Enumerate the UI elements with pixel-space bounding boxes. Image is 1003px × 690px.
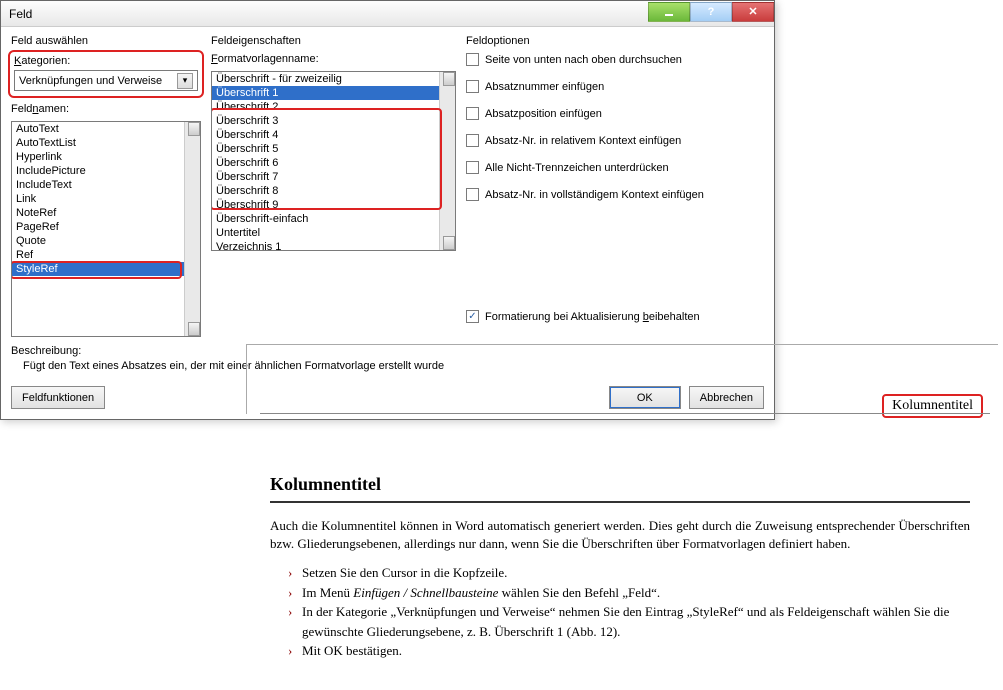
checkbox-icon	[466, 80, 479, 93]
list-item[interactable]: IncludePicture	[12, 164, 200, 178]
feldfunktionen-button[interactable]: Feldfunktionen	[11, 386, 105, 409]
list-item[interactable]: Überschrift 8	[212, 184, 455, 198]
list-item: Mit OK bestätigen.	[288, 641, 970, 661]
list-item: Im Menü Einfügen / Schnellbausteine wähl…	[288, 583, 970, 603]
list-item[interactable]: Untertitel	[212, 226, 455, 240]
feldnamen-listbox[interactable]: AutoTextAutoTextListHyperlinkIncludePict…	[11, 121, 201, 337]
list-item[interactable]: IncludeText	[12, 178, 200, 192]
preserve-format-label: Formatierung bei Aktualisierung beibehal…	[485, 311, 700, 323]
option-checkbox[interactable]: Absatzposition einfügen	[466, 107, 764, 120]
list-item[interactable]: Überschrift 2	[212, 100, 455, 114]
list-item: In der Kategorie „Verknüpfungen und Verw…	[288, 602, 970, 641]
doc-list: Setzen Sie den Cursor in die Kopfzeile.I…	[270, 563, 970, 661]
section-options-label: Feldoptionen	[466, 35, 764, 47]
list-item[interactable]: Überschrift 5	[212, 142, 455, 156]
list-item[interactable]: StyleRef	[12, 262, 200, 276]
list-item[interactable]: Hyperlink	[12, 150, 200, 164]
option-label: Absatzposition einfügen	[485, 108, 602, 120]
kolumnentitel-header: Kolumnentitel	[882, 394, 983, 418]
doc-heading: Kolumnentitel	[270, 474, 970, 495]
formatvorlagen-label: Formatvorlagenname:	[211, 53, 456, 65]
document-body: Kolumnentitel Auch die Kolumnentitel kön…	[270, 474, 970, 661]
kategorien-dropdown[interactable]: Verknüpfungen und Verweise ▾	[14, 70, 198, 91]
option-checkbox[interactable]: Absatz-Nr. in vollständigem Kontext einf…	[466, 188, 764, 201]
preserve-format-checkbox[interactable]: ✓ Formatierung bei Aktualisierung beibeh…	[466, 310, 764, 323]
list-item[interactable]: AutoTextList	[12, 136, 200, 150]
checkbox-icon	[466, 188, 479, 201]
checkbox-icon	[466, 134, 479, 147]
section-select-label: Feld auswählen	[11, 35, 201, 47]
checkbox-icon	[466, 161, 479, 174]
minimize-button[interactable]	[648, 2, 690, 22]
list-item[interactable]: Überschrift 7	[212, 170, 455, 184]
list-item[interactable]: Überschrift-einfach	[212, 212, 455, 226]
option-label: Alle Nicht-Trennzeichen unterdrücken	[485, 162, 669, 174]
list-item[interactable]: PageRef	[12, 220, 200, 234]
list-item[interactable]: NoteRef	[12, 206, 200, 220]
formatvorlagen-listbox[interactable]: Titel für einfachtextTitel-JahreszahlÜbe…	[211, 71, 456, 251]
scrollbar[interactable]	[184, 122, 200, 336]
option-checkbox[interactable]: Seite von unten nach oben durchsuchen	[466, 53, 764, 66]
option-checkbox[interactable]: Alle Nicht-Trennzeichen unterdrücken	[466, 161, 764, 174]
list-item[interactable]: Verzeichnis 1	[212, 240, 455, 251]
list-item: Setzen Sie den Cursor in die Kopfzeile.	[288, 563, 970, 583]
kategorien-value: Verknüpfungen und Verweise	[19, 75, 177, 87]
list-item[interactable]: Überschrift 4	[212, 128, 455, 142]
option-label: Seite von unten nach oben durchsuchen	[485, 54, 682, 66]
checkbox-icon: ✓	[466, 310, 479, 323]
list-item[interactable]: Link	[12, 192, 200, 206]
scrollbar[interactable]	[439, 72, 455, 250]
checkbox-icon	[466, 107, 479, 120]
list-item[interactable]: Überschrift 9	[212, 198, 455, 212]
feldnamen-label: Feldnamen:	[11, 103, 201, 115]
chevron-down-icon[interactable]: ▾	[177, 73, 193, 89]
list-item[interactable]: Überschrift - für zweizeilig	[212, 72, 455, 86]
option-label: Absatz-Nr. in vollständigem Kontext einf…	[485, 189, 704, 201]
list-item[interactable]: Überschrift 6	[212, 156, 455, 170]
section-properties-label: Feldeigenschaften	[211, 35, 456, 47]
list-item[interactable]: Quote	[12, 234, 200, 248]
option-label: Absatz-Nr. in relativem Kontext einfügen	[485, 135, 681, 147]
dialog-title: Feld	[9, 7, 648, 21]
option-checkbox[interactable]: Absatz-Nr. in relativem Kontext einfügen	[466, 134, 764, 147]
option-checkbox[interactable]: Absatznummer einfügen	[466, 80, 764, 93]
titlebar: Feld ? ✕	[1, 1, 774, 27]
close-button[interactable]: ✕	[732, 2, 774, 22]
list-item[interactable]: Ref	[12, 248, 200, 262]
list-item[interactable]: AutoText	[12, 122, 200, 136]
kategorien-label: Kategorien:	[14, 55, 198, 67]
list-item[interactable]: Überschrift 3	[212, 114, 455, 128]
help-button[interactable]: ?	[690, 2, 732, 22]
doc-paragraph: Auch die Kolumnentitel können in Word au…	[270, 517, 970, 553]
option-label: Absatznummer einfügen	[485, 81, 604, 93]
checkbox-icon	[466, 53, 479, 66]
list-item[interactable]: Überschrift 1	[212, 86, 455, 100]
titlebar-buttons: ? ✕	[648, 6, 774, 22]
